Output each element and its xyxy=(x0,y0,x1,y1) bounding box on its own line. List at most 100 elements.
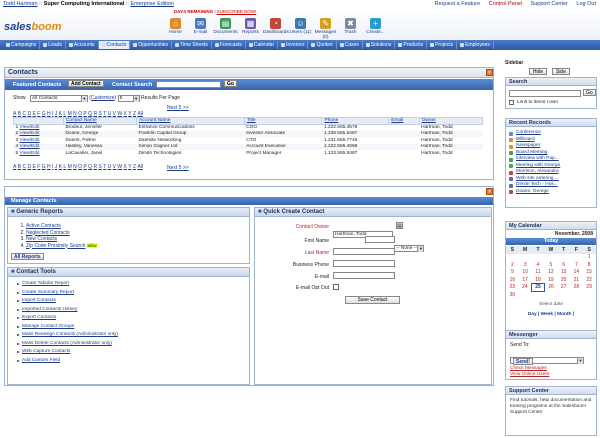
calendar-day[interactable]: 11 xyxy=(532,269,545,277)
control-panel-link[interactable]: Control Panel xyxy=(489,1,522,7)
search-go-button[interactable]: Go xyxy=(224,80,237,87)
tab-leads[interactable]: Leads xyxy=(40,41,66,49)
edition-link[interactable]: Enterprise Edition xyxy=(130,1,173,7)
calendar-day[interactable]: 16 xyxy=(506,276,519,284)
alpha-filter-q[interactable]: Q xyxy=(88,164,92,170)
report-link[interactable]: Active Contacts xyxy=(26,223,61,229)
calendar-day[interactable]: 4 xyxy=(532,261,545,269)
alpha-filter-g[interactable]: G xyxy=(42,164,46,170)
app-reports[interactable]: ▦ Reports xyxy=(238,18,263,40)
recent-record-link[interactable]: Dimitri Tech - Hos... xyxy=(516,182,558,187)
report-link[interactable]: Neglected Contacts xyxy=(26,230,70,236)
app-users[interactable]: ☺ Users (11) xyxy=(288,18,313,40)
calendar-day[interactable]: 21 xyxy=(570,276,583,284)
alpha-filter-v[interactable]: V xyxy=(113,164,116,170)
calendar-day[interactable]: 13 xyxy=(557,269,570,277)
hide-sidebar-button[interactable]: Hide xyxy=(529,68,547,75)
alpha-filter-a[interactable]: A xyxy=(13,164,16,170)
app-dashboards[interactable]: ◔ Dashboards xyxy=(263,18,289,40)
calendar-day[interactable]: 3 xyxy=(519,261,532,269)
alpha-filter-k[interactable]: K xyxy=(59,164,62,170)
calendar-day[interactable]: 24 xyxy=(519,284,532,292)
lookup-icon[interactable]: ▤ xyxy=(396,222,403,229)
recent-record-link[interactable]: interview with Pap... xyxy=(516,156,559,161)
recent-record-link[interactable]: Doane, George xyxy=(516,189,549,194)
alpha-filter-l[interactable]: L xyxy=(63,164,66,170)
business-phone-input[interactable] xyxy=(333,260,395,267)
contact-search-input[interactable] xyxy=(156,81,221,88)
calendar-day[interactable]: 25 xyxy=(531,283,545,292)
subscribe-link[interactable]: SUBSCRIBE NOW! xyxy=(217,9,257,14)
show-filter-select[interactable]: All Contacts ▼ xyxy=(29,95,88,102)
calendar-view-links[interactable]: Day | Week | Month | xyxy=(506,312,596,317)
sidebar-go-button[interactable]: Go xyxy=(583,89,596,96)
limit-checkbox[interactable] xyxy=(509,100,514,105)
calendar-day[interactable]: 12 xyxy=(544,269,557,277)
first-name-input[interactable] xyxy=(365,236,395,243)
app-home[interactable]: ⌂ Home xyxy=(163,18,188,40)
add-contact-button[interactable]: Add Contact xyxy=(68,80,104,87)
close-icon[interactable]: × xyxy=(486,69,493,76)
save-contact-button[interactable]: Save Contact xyxy=(345,296,400,304)
calendar-day[interactable]: 27 xyxy=(557,284,570,292)
next-page-link-bottom[interactable]: Next 5 >> xyxy=(167,165,189,171)
tab-forecasts[interactable]: Forecasts xyxy=(212,41,246,49)
app-messages[interactable]: ✎ Messages (0) xyxy=(313,18,338,40)
alpha-filter-p[interactable]: P xyxy=(83,164,86,170)
view-edit-link[interactable]: View/Edit xyxy=(20,144,40,149)
view-edit-link[interactable]: View/Edit xyxy=(20,138,40,143)
calendar-day[interactable]: 7 xyxy=(570,261,583,269)
tool-link[interactable]: Create Summary Report xyxy=(22,290,74,295)
alpha-filter-e[interactable]: E xyxy=(33,164,36,170)
alpha-filter-m[interactable]: M xyxy=(68,164,72,170)
calendar-day[interactable]: 22 xyxy=(583,276,596,284)
alpha-filter-c[interactable]: C xyxy=(22,164,26,170)
salesboom-logo[interactable]: salesboom xyxy=(4,21,61,33)
calendar-day[interactable]: 23 xyxy=(506,284,519,292)
close-icon[interactable]: × xyxy=(486,188,493,195)
calendar-day[interactable]: 28 xyxy=(570,284,583,292)
side-button[interactable]: Side xyxy=(552,68,570,75)
calendar-day[interactable]: 17 xyxy=(519,276,532,284)
logout-link[interactable]: Log Out xyxy=(576,1,596,7)
app-create[interactable]: + Create... xyxy=(363,18,388,40)
alpha-filter-f[interactable]: F xyxy=(37,164,40,170)
recent-record-link[interactable]: Newspaper xyxy=(516,143,540,148)
per-page-select[interactable]: 5 ▼ xyxy=(117,95,140,102)
alpha-filter-w[interactable]: W xyxy=(117,164,122,170)
tool-link[interactable]: Create Tabular Report xyxy=(22,281,69,286)
report-link[interactable]: New Contacts xyxy=(26,236,57,242)
alpha-filter-all[interactable]: All xyxy=(137,164,143,170)
last-name-input[interactable] xyxy=(333,248,395,255)
salutation-select[interactable]: -- None -- ▼ xyxy=(394,245,425,252)
calendar-day[interactable]: 20 xyxy=(557,276,570,284)
alpha-filter-t[interactable]: T xyxy=(103,164,106,170)
app-email[interactable]: ✉ E-mail xyxy=(188,18,213,40)
app-documents[interactable]: ▤ Documents xyxy=(213,18,238,40)
user-link[interactable]: Todd Hartman xyxy=(3,1,38,7)
alpha-filter-r[interactable]: R xyxy=(93,164,97,170)
calendar-day[interactable]: 8 xyxy=(583,261,596,269)
email-input[interactable] xyxy=(333,272,395,279)
recent-record-link[interactable]: Morrison, Alexandra xyxy=(516,169,559,174)
tab-contacts[interactable]: Contacts xyxy=(98,41,131,49)
support-center-link[interactable]: Support Center xyxy=(531,1,568,7)
alpha-filter-n[interactable]: N xyxy=(73,164,77,170)
all-reports-button[interactable]: All Reports xyxy=(11,253,44,260)
app-trash[interactable]: ✖ Trash xyxy=(338,18,363,40)
tab-campaigns[interactable]: Campaigns xyxy=(3,41,41,49)
alpha-filter-x[interactable]: X xyxy=(124,164,127,170)
tool-link[interactable]: Mass Delete Contacts (Administrator only… xyxy=(22,341,112,346)
today-button[interactable]: Today xyxy=(506,238,596,245)
tool-link[interactable]: Manage Contact Groups xyxy=(22,324,74,329)
tool-link[interactable]: Import Contacts xyxy=(22,298,56,303)
recent-record-link[interactable]: Conference xyxy=(516,130,541,135)
tab-projects[interactable]: Projects xyxy=(427,41,458,49)
tab-opportunities[interactable]: Opportunities xyxy=(130,41,172,49)
report-link[interactable]: Zip Code Proximity Search xyxy=(26,243,85,249)
alpha-filter-y[interactable]: Y xyxy=(128,164,131,170)
email-optout-checkbox[interactable] xyxy=(333,284,339,290)
calendar-day[interactable]: 30 xyxy=(506,291,519,299)
alpha-filter-z[interactable]: Z xyxy=(133,164,136,170)
alpha-filter-o[interactable]: O xyxy=(78,164,82,170)
